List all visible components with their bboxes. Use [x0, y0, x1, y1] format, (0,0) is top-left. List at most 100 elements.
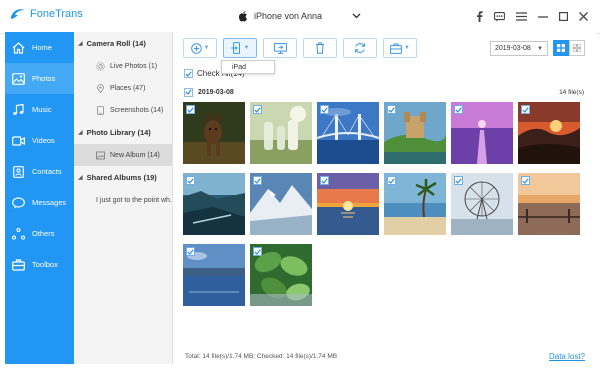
- main-panel: ▼ ▼ ▼ iPad 2019-03-08 ▼ Check 2019-03-08…: [173, 32, 595, 364]
- photo-thumbnail-sunset-valley[interactable]: [518, 102, 580, 164]
- checkmark-icon: [522, 106, 529, 113]
- photo-thumbnail-castle[interactable]: [384, 102, 446, 164]
- photo-checkbox[interactable]: [387, 176, 396, 185]
- photo-thumbnail-leaves[interactable]: [250, 244, 312, 306]
- sidebar-item-contacts[interactable]: Contacts: [5, 156, 74, 187]
- grid-view-button[interactable]: [553, 40, 569, 56]
- export-device-icon: [231, 42, 240, 54]
- photo-thumbnail-cliffs[interactable]: [183, 173, 245, 235]
- photo-thumbnail-dog[interactable]: [183, 102, 245, 164]
- photo-thumbnail-bottles[interactable]: [250, 102, 312, 164]
- check-all-checkbox[interactable]: [184, 69, 193, 78]
- sidebar-item-videos[interactable]: Videos: [5, 125, 74, 156]
- sidebar-item-label: Contacts: [32, 167, 62, 176]
- toolbox-button[interactable]: ▼: [383, 38, 417, 58]
- photo-checkbox[interactable]: [387, 105, 396, 114]
- app-name: FoneTrans: [30, 8, 83, 20]
- photo-checkbox[interactable]: [521, 105, 530, 114]
- sidebar-item-label: Home: [32, 43, 53, 52]
- collapse-arrow-icon: ◢: [78, 175, 83, 181]
- photo-thumbnail-dock-sunset[interactable]: [518, 173, 580, 235]
- location-pin-icon: [97, 83, 104, 93]
- tree-item-new-album[interactable]: New Album (14): [74, 144, 172, 166]
- photo-thumbnail-lake[interactable]: [183, 244, 245, 306]
- status-text: Total: 14 file(s)/1.74 MB; Checked: 14 f…: [185, 353, 338, 360]
- chevron-down-icon: ▼: [203, 45, 210, 51]
- sidebar-item-label: Videos: [32, 136, 55, 145]
- device-selector[interactable]: iPhone von Anna: [238, 10, 361, 22]
- home-icon: [12, 41, 25, 54]
- photo-thumbnail-sunset-sea[interactable]: [317, 173, 379, 235]
- album-icon: [96, 151, 105, 159]
- grid-icon: [557, 44, 565, 52]
- photo-thumbnail-ferris-wheel[interactable]: [451, 173, 513, 235]
- checkmark-icon: [321, 106, 328, 113]
- sidebar-item-music[interactable]: Music: [5, 94, 74, 125]
- tree-item-live-photos[interactable]: Live Photos (1): [74, 55, 172, 77]
- toolbar: ▼ ▼ ▼: [183, 38, 417, 58]
- photo-checkbox[interactable]: [320, 176, 329, 185]
- photo-group-header: 2019-03-08 14 file(s): [184, 86, 584, 98]
- tree-label: Places (47): [110, 84, 146, 92]
- others-icon: [12, 227, 25, 240]
- checkmark-icon: [187, 248, 194, 255]
- music-icon: [13, 103, 24, 115]
- sidebar-item-label: Photos: [32, 74, 56, 83]
- menu-icon[interactable]: [516, 12, 527, 21]
- dropdown-item-ipad[interactable]: iPad: [232, 64, 246, 71]
- delete-button[interactable]: [303, 38, 337, 58]
- facebook-icon[interactable]: [476, 11, 483, 22]
- sidebar-item-home[interactable]: Home: [5, 32, 74, 63]
- chat-icon[interactable]: [494, 11, 505, 22]
- data-lost-link[interactable]: Data lost?: [549, 352, 585, 361]
- photo-checkbox[interactable]: [320, 105, 329, 114]
- videos-icon: [12, 135, 25, 146]
- photo-checkbox[interactable]: [186, 247, 195, 256]
- refresh-button[interactable]: [343, 38, 377, 58]
- sidebar-item-label: Toolbox: [32, 260, 58, 269]
- messages-icon: [12, 196, 25, 208]
- sidebar-item-toolbox[interactable]: Toolbox: [5, 249, 74, 280]
- add-button[interactable]: ▼: [183, 38, 217, 58]
- photo-thumbnail-bridge[interactable]: [317, 102, 379, 164]
- photo-checkbox[interactable]: [186, 176, 195, 185]
- photo-checkbox[interactable]: [186, 105, 195, 114]
- photo-thumbnail-snow-mountain[interactable]: [250, 173, 312, 235]
- fonetrans-logo-icon: [11, 9, 25, 19]
- add-icon: [190, 42, 202, 54]
- tree-item-screenshots[interactable]: Screenshots (14): [74, 99, 172, 121]
- sidebar-item-label: Others: [32, 229, 55, 238]
- close-icon[interactable]: [579, 12, 588, 21]
- export-to-device-button[interactable]: ▼: [223, 38, 257, 58]
- sidebar-item-messages[interactable]: Messages: [5, 187, 74, 218]
- list-view-button[interactable]: [569, 40, 585, 56]
- minimize-icon[interactable]: [538, 12, 548, 21]
- export-to-pc-button[interactable]: [263, 38, 297, 58]
- tree-camera-roll[interactable]: ◢ Camera Roll (14): [74, 32, 172, 55]
- chevron-down-icon: ▼: [243, 45, 250, 51]
- photo-checkbox[interactable]: [253, 105, 262, 114]
- photo-checkbox[interactable]: [253, 247, 262, 256]
- sidebar-item-others[interactable]: Others: [5, 218, 74, 249]
- photo-thumbnail-pier[interactable]: [451, 102, 513, 164]
- photo-checkbox[interactable]: [454, 176, 463, 185]
- tree-label: New Album (14): [110, 151, 160, 159]
- tree-shared-albums[interactable]: ◢ Shared Albums (19): [74, 166, 172, 189]
- tree-photo-library[interactable]: ◢ Photo Library (14): [74, 121, 172, 144]
- group-checkbox[interactable]: [184, 87, 193, 97]
- group-file-count: 14 file(s): [559, 88, 584, 96]
- photo-thumbnail-palm-beach[interactable]: [384, 173, 446, 235]
- group-date: 2019-03-08: [198, 88, 234, 96]
- maximize-icon[interactable]: [559, 12, 568, 21]
- photo-checkbox[interactable]: [521, 176, 530, 185]
- checkmark-icon: [522, 177, 529, 184]
- tree-item-places[interactable]: Places (47): [74, 77, 172, 99]
- photo-checkbox[interactable]: [253, 176, 262, 185]
- photo-checkbox[interactable]: [454, 105, 463, 114]
- sidebar-item-photos[interactable]: Photos: [5, 63, 74, 94]
- app-logo: FoneTrans: [10, 8, 83, 20]
- checkmark-icon: [185, 70, 192, 77]
- tree-item-shared[interactable]: I just got to the point wh.: [74, 189, 172, 211]
- checkmark-icon: [455, 177, 462, 184]
- date-filter-select[interactable]: 2019-03-08 ▼: [490, 41, 548, 56]
